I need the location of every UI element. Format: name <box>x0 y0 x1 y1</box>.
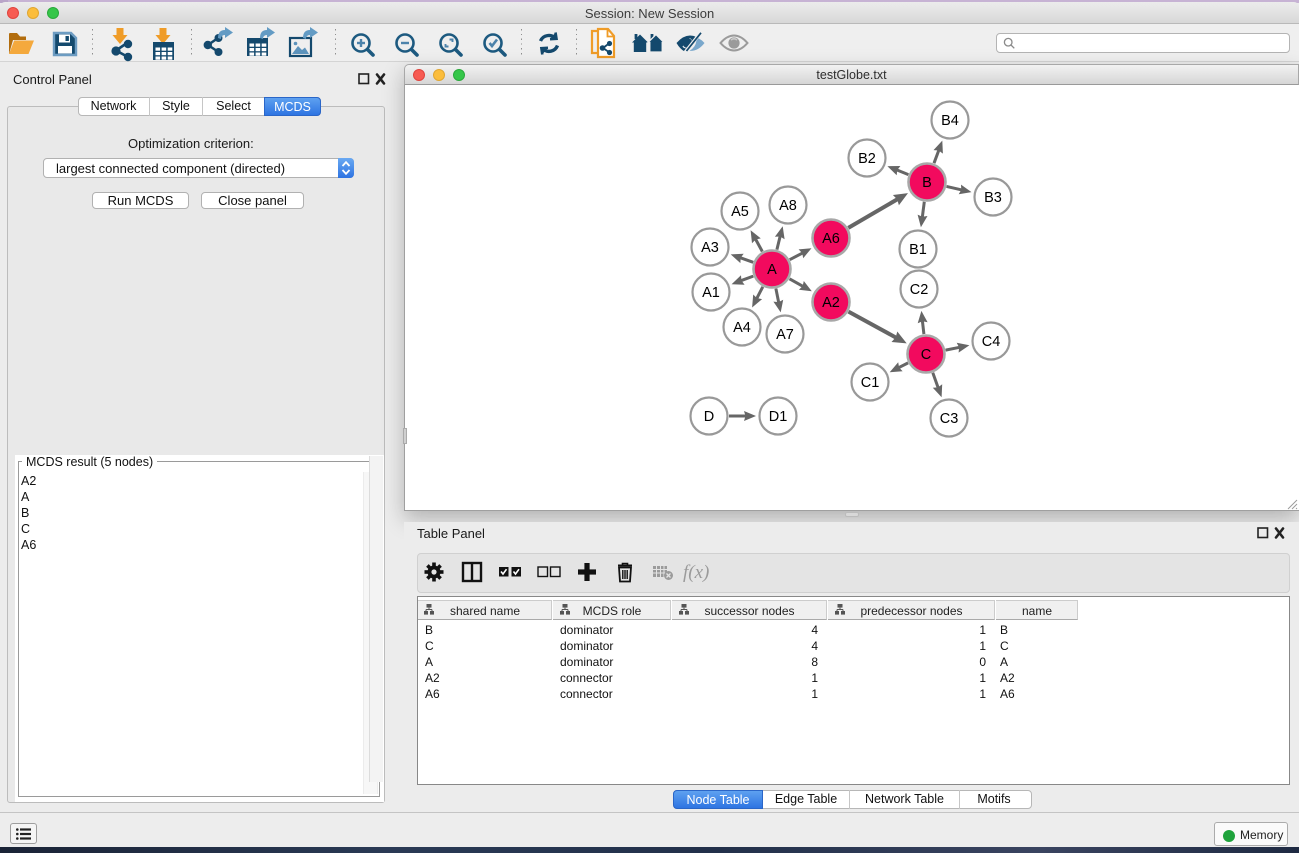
svg-text:C1: C1 <box>861 375 880 391</box>
svg-text:B4: B4 <box>941 113 959 129</box>
svg-text:B2: B2 <box>858 151 876 167</box>
svg-text:D1: D1 <box>769 409 788 425</box>
svg-text:A8: A8 <box>779 198 797 214</box>
svg-text:C4: C4 <box>982 334 1001 350</box>
svg-text:A4: A4 <box>733 320 751 336</box>
svg-text:A5: A5 <box>731 204 749 220</box>
svg-text:A: A <box>767 262 777 278</box>
svg-text:D: D <box>704 409 714 425</box>
svg-text:B3: B3 <box>984 190 1002 206</box>
svg-text:A1: A1 <box>702 285 720 301</box>
svg-text:B: B <box>922 175 932 191</box>
svg-text:C3: C3 <box>940 411 959 427</box>
svg-text:C2: C2 <box>910 282 929 298</box>
svg-text:A2: A2 <box>822 295 840 311</box>
svg-text:f(x): f(x) <box>683 562 709 583</box>
svg-text:A6: A6 <box>822 231 840 247</box>
svg-text:B1: B1 <box>909 242 927 258</box>
svg-text:A3: A3 <box>701 240 719 256</box>
svg-text:A7: A7 <box>776 327 794 343</box>
svg-text:C: C <box>921 347 931 363</box>
